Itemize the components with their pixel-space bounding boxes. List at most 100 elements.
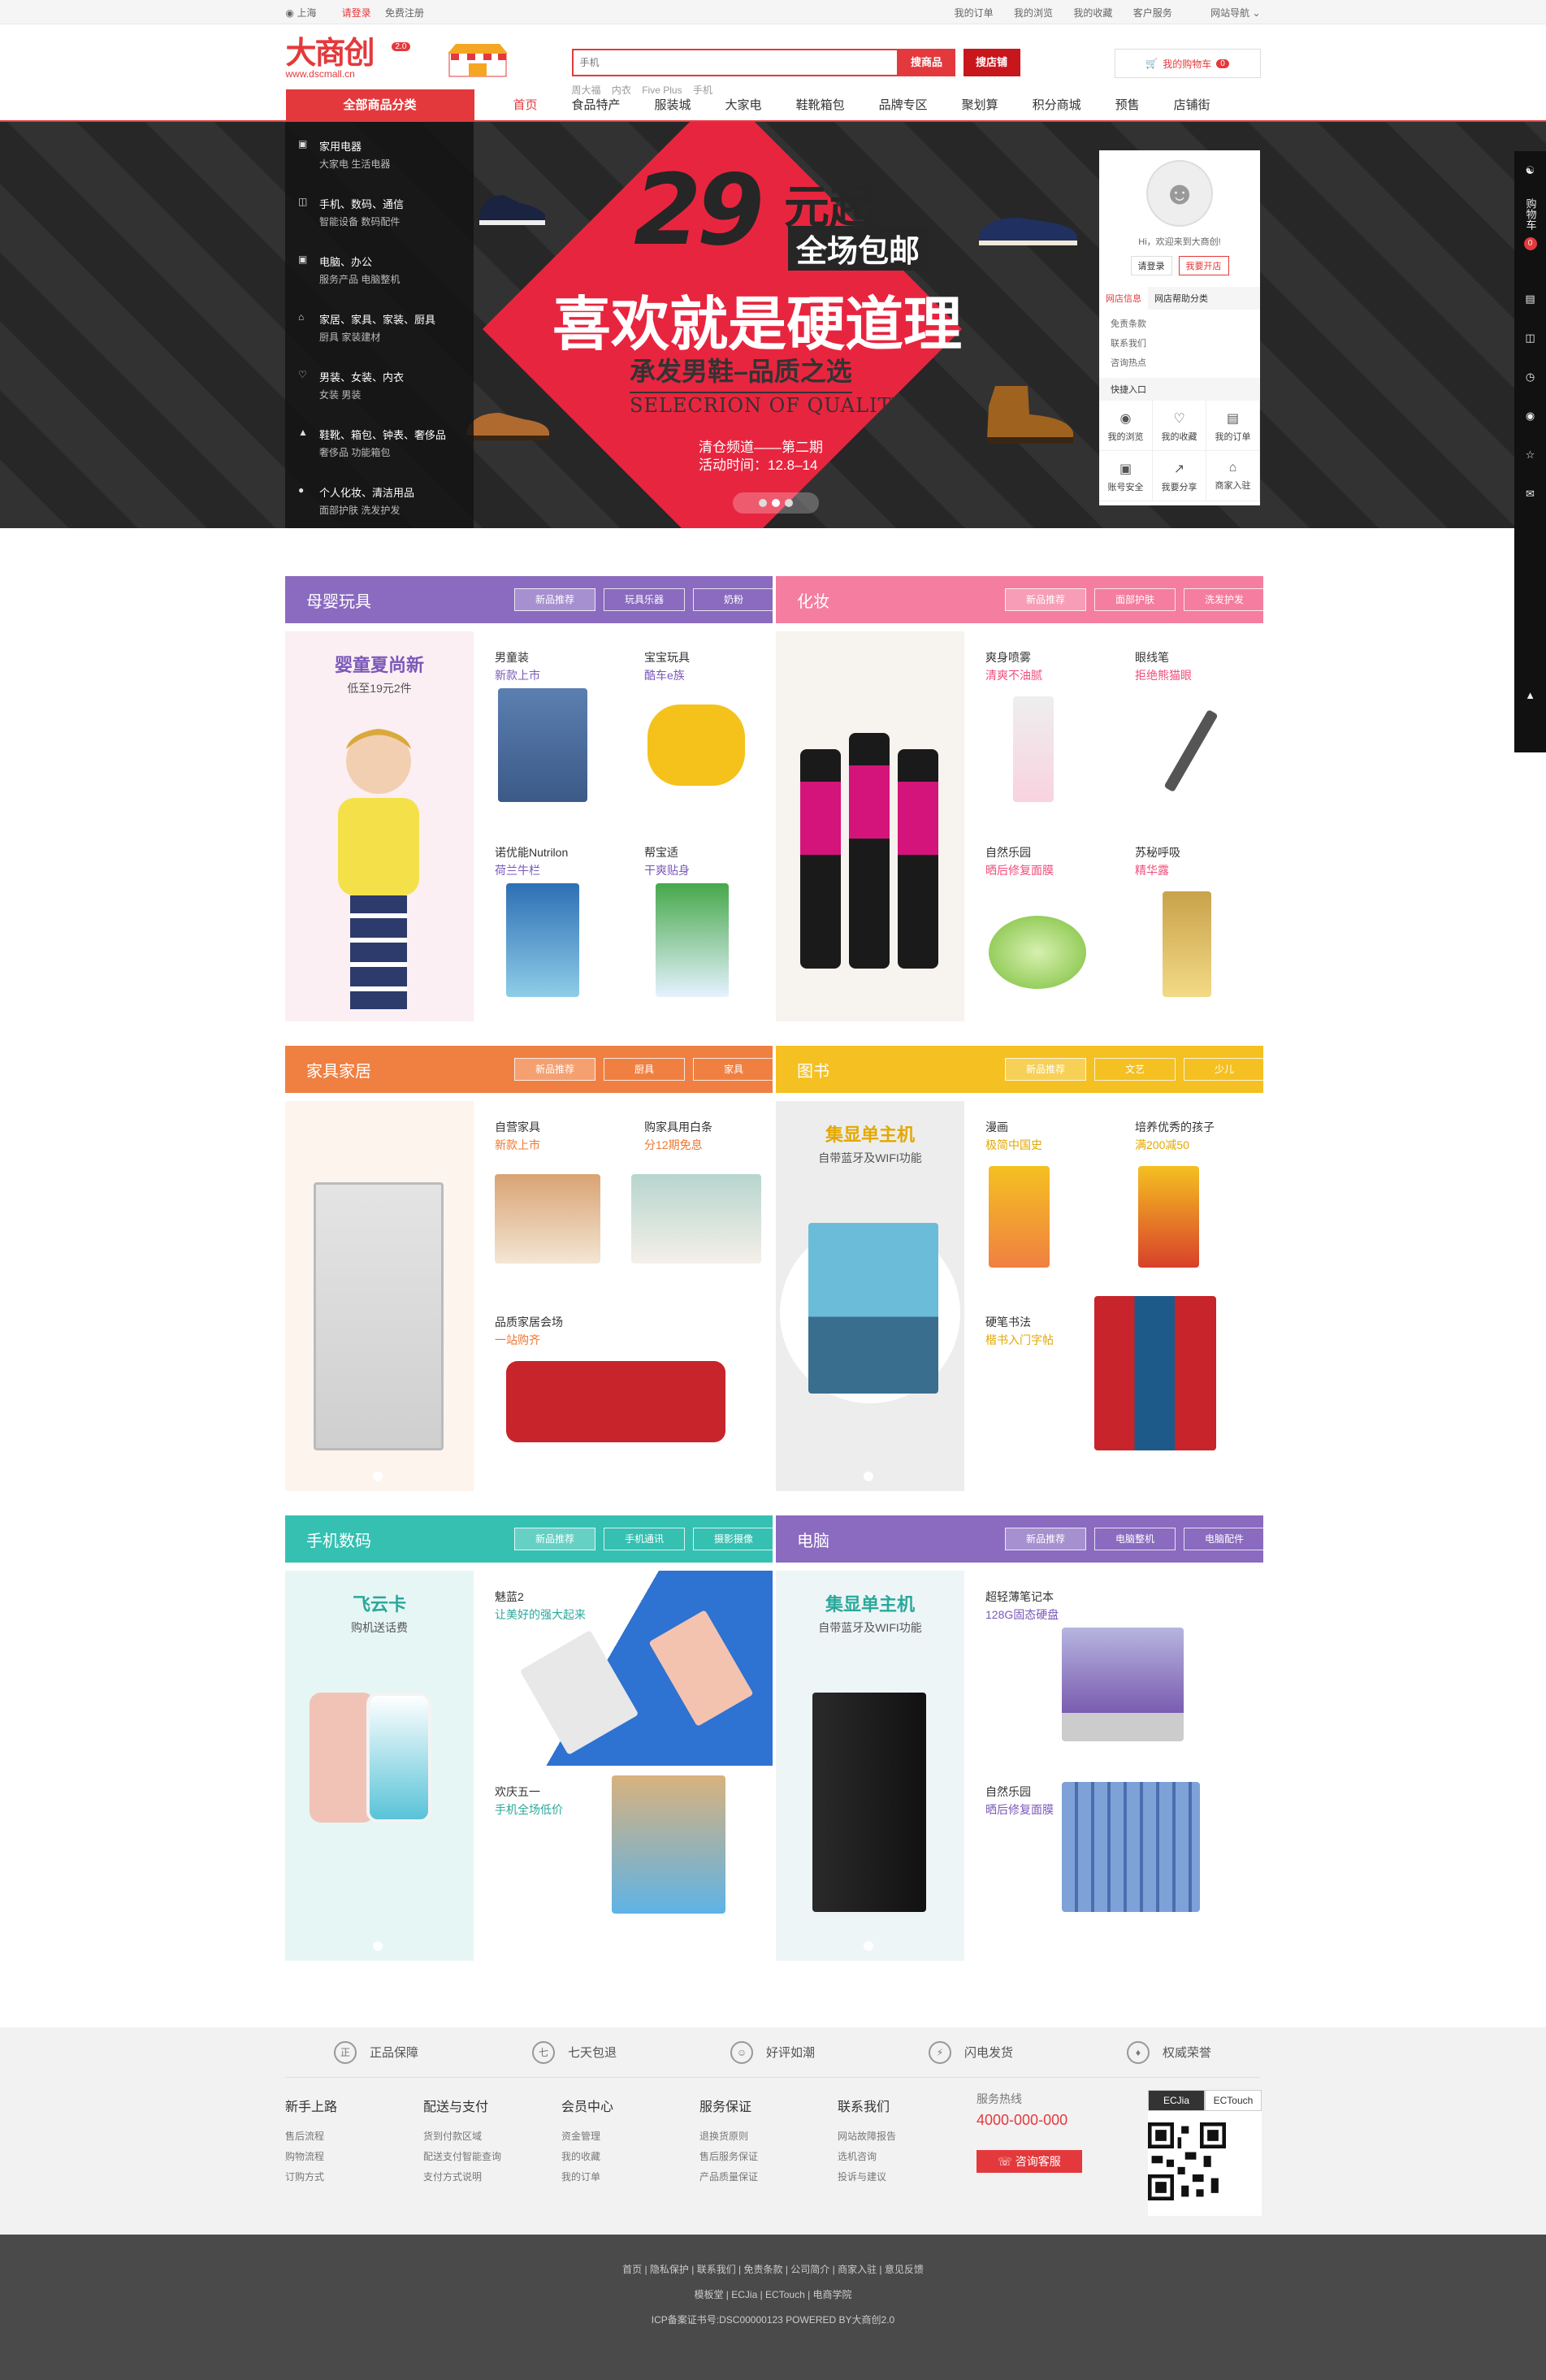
quick-link-share[interactable]: ↗ 我要分享 xyxy=(1153,451,1206,501)
floor-promo[interactable] xyxy=(776,631,964,1021)
nav-link[interactable]: 食品特产 xyxy=(561,89,632,122)
star-icon[interactable]: ☆ xyxy=(1514,436,1546,475)
product-cell[interactable]: 购家具用白条 分12期免息 xyxy=(623,1101,773,1296)
floor-tab[interactable]: 电脑配件 xyxy=(1184,1528,1265,1550)
floor-tab[interactable]: 新品推荐 xyxy=(514,588,595,611)
footer-link[interactable]: 配送支付智能查询 xyxy=(423,2147,561,2167)
footer-link[interactable]: 投诉与建议 xyxy=(838,2167,976,2187)
floor-tab[interactable]: 玩具乐器 xyxy=(604,588,685,611)
quick-link-orders[interactable]: ▤ 我的订单 xyxy=(1206,401,1260,451)
floor-tab[interactable]: 厨具 xyxy=(604,1058,685,1081)
qr-tab[interactable]: ECJia xyxy=(1148,2090,1205,2111)
cart-button[interactable]: 🛒 我的购物车 0 xyxy=(1114,49,1261,78)
floor-tab[interactable]: 家具 xyxy=(693,1058,774,1081)
floor-tab[interactable]: 手机通讯 xyxy=(604,1528,685,1550)
floor-tab[interactable]: 奶粉 xyxy=(693,588,774,611)
search-input[interactable] xyxy=(571,49,899,76)
nav-link[interactable]: 大家电 xyxy=(714,89,773,122)
footer-links-2[interactable]: 模板堂 | ECJia | ECTouch | 电商学院 xyxy=(0,2287,1546,2301)
floor-tab[interactable]: 面部护肤 xyxy=(1094,588,1176,611)
eye-icon[interactable]: ◉ xyxy=(1514,397,1546,436)
product-cell[interactable]: 漫画 极简中国史 xyxy=(964,1101,1114,1296)
open-shop-button[interactable]: 我要开店 xyxy=(1178,256,1229,275)
product-cell[interactable]: 自营家具 新款上市 xyxy=(474,1101,623,1296)
footer-link[interactable]: 售后服务保证 xyxy=(699,2147,838,2167)
history-icon[interactable]: ◷ xyxy=(1514,358,1546,397)
product-cell[interactable]: 男童装 新款上市 xyxy=(474,631,623,826)
nav-link[interactable]: 聚划算 xyxy=(951,89,1010,122)
product-cell[interactable]: 超轻薄笔记本 128G固态硬盘 xyxy=(964,1571,1184,1766)
banner-pager[interactable] xyxy=(733,492,819,514)
floor-tab[interactable]: 摄影摄像 xyxy=(693,1528,774,1550)
product-cell[interactable]: 培养优秀的孩子 满200减50 xyxy=(1114,1101,1263,1296)
floor-tab[interactable]: 文艺 xyxy=(1094,1058,1176,1081)
quick-link-favorites[interactable]: ♡ 我的收藏 xyxy=(1153,401,1206,451)
nav-link[interactable]: 首页 xyxy=(502,89,549,122)
quick-link-security[interactable]: ▣ 账号安全 xyxy=(1099,451,1153,501)
rail-cart[interactable]: 购物车 0 xyxy=(1514,190,1546,280)
product-cell[interactable]: 自然乐园 晒后修复面膜 xyxy=(964,826,1114,1021)
all-categories-button[interactable]: 全部商品分类 xyxy=(285,89,474,122)
floor-promo[interactable] xyxy=(285,1101,474,1491)
product-cell[interactable]: 欢庆五一 手机全场低价 xyxy=(474,1766,773,1961)
product-cell[interactable]: 自然乐园 晒后修复面膜 xyxy=(964,1766,1200,1961)
product-cell[interactable]: 宝宝玩具 酷车e族 xyxy=(623,631,773,826)
top-link-history[interactable]: 我的浏览 xyxy=(1014,7,1053,19)
product-cell[interactable]: 魅蓝2 让美好的强大起来 xyxy=(474,1571,773,1766)
floor-tab[interactable]: 新品推荐 xyxy=(514,1058,595,1081)
footer-link[interactable]: 支付方式说明 xyxy=(423,2167,561,2187)
category-item[interactable]: ◫ 手机、数码、通信 智能设备 数码配件 xyxy=(285,180,474,237)
floor-promo[interactable]: 集显单主机 自带蓝牙及WIFI功能 xyxy=(776,1571,964,1961)
login-link[interactable]: 请登录 xyxy=(342,7,371,19)
tab-help[interactable]: 网店帮助分类 xyxy=(1148,287,1215,310)
floor-tab[interactable]: 电脑整机 xyxy=(1094,1528,1176,1550)
register-link[interactable]: 免费注册 xyxy=(385,7,424,19)
footer-link[interactable]: 订购方式 xyxy=(285,2167,423,2187)
nav-link[interactable]: 品牌专区 xyxy=(868,89,939,122)
tab-shop-info[interactable]: 网店信息 xyxy=(1099,287,1148,310)
hero-banner[interactable]: 29 元起 全场包邮 喜欢就是硬道理 承发男鞋–品质之选 SELECRION O… xyxy=(0,122,1546,528)
footer-link[interactable]: 网站故障报告 xyxy=(838,2126,976,2147)
panel-login-button[interactable]: 请登录 xyxy=(1130,256,1172,275)
floor-tab[interactable]: 新品推荐 xyxy=(514,1528,595,1550)
search-goods-button[interactable]: 搜商品 xyxy=(898,49,955,76)
footer-link[interactable]: 货到付款区域 xyxy=(423,2126,561,2147)
qr-tab[interactable]: ECTouch xyxy=(1205,2090,1262,2111)
info-link[interactable]: 咨询热点 xyxy=(1111,353,1249,373)
site-logo[interactable]: 大商创 2.0 www.dscmall.cn xyxy=(286,37,411,80)
location-selector[interactable]: ◉ 上海 xyxy=(286,7,328,19)
category-item[interactable]: ⌂ 家居、家具、家装、厨具 厨具 家装建材 xyxy=(285,295,474,353)
floor-tab[interactable]: 新品推荐 xyxy=(1005,588,1086,611)
top-link-favorites[interactable]: 我的收藏 xyxy=(1073,7,1112,19)
product-cell[interactable]: 爽身喷雾 清爽不油腻 xyxy=(964,631,1114,826)
footer-links[interactable]: 首页 | 隐私保护 | 联系我们 | 免责条款 | 公司简介 | 商家入驻 | … xyxy=(0,2235,1546,2276)
coupon-icon[interactable]: ◫ xyxy=(1514,319,1546,358)
floor-promo[interactable]: 婴童夏尚新 低至19元2件 xyxy=(285,631,474,1021)
footer-link[interactable]: 退换货原则 xyxy=(699,2126,838,2147)
nav-link[interactable]: 积分商城 xyxy=(1021,89,1093,122)
category-item[interactable]: ▲ 鞋靴、箱包、钟表、奢侈品 奢侈品 功能箱包 xyxy=(285,410,474,468)
user-icon[interactable]: ☯ xyxy=(1514,151,1546,190)
product-cell[interactable]: 硬笔书法 楷书入门字帖 xyxy=(964,1296,1263,1491)
category-item[interactable]: ♡ 男装、女装、内衣 女装 男装 xyxy=(285,353,474,410)
floor-promo[interactable]: 飞云卡 购机送话费 xyxy=(285,1571,474,1961)
info-link[interactable]: 联系我们 xyxy=(1111,334,1249,353)
floor-tab[interactable]: 少儿 xyxy=(1184,1058,1265,1081)
footer-link[interactable]: 资金管理 xyxy=(561,2126,699,2147)
mail-icon[interactable]: ✉ xyxy=(1514,475,1546,514)
floor-tab[interactable]: 新品推荐 xyxy=(1005,1528,1086,1550)
category-item[interactable]: ▣ 家用电器 大家电 生活电器 xyxy=(285,122,474,180)
product-cell[interactable]: 帮宝适 干爽贴身 xyxy=(623,826,773,1021)
top-link-orders[interactable]: 我的订单 xyxy=(955,7,994,19)
customer-service-button[interactable]: ☏ 咨询客服 xyxy=(977,2150,1082,2173)
search-shop-button[interactable]: 搜店铺 xyxy=(963,49,1020,76)
category-item[interactable]: ▣ 电脑、办公 服务产品 电脑整机 xyxy=(285,237,474,295)
info-link[interactable]: 免责条款 xyxy=(1111,314,1249,334)
quick-link-history[interactable]: ◉ 我的浏览 xyxy=(1099,401,1153,451)
floor-tab[interactable]: 洗发护发 xyxy=(1184,588,1265,611)
product-cell[interactable]: 诺优能Nutrilon 荷兰牛栏 xyxy=(474,826,623,1021)
nav-link[interactable]: 鞋靴箱包 xyxy=(785,89,856,122)
floor-tab[interactable]: 新品推荐 xyxy=(1005,1058,1086,1081)
quick-link-merchant[interactable]: ⌂ 商家入驻 xyxy=(1206,451,1260,501)
nav-link[interactable]: 店铺街 xyxy=(1163,89,1222,122)
